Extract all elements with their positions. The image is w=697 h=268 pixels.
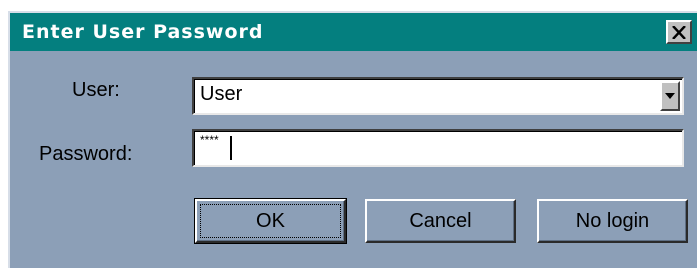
password-dialog: Enter User Password User: User Password:… xyxy=(8,11,697,268)
cancel-button-label: Cancel xyxy=(409,209,472,232)
dialog-title: Enter User Password xyxy=(22,21,264,43)
user-select[interactable]: User xyxy=(192,77,684,115)
no-login-button-label: No login xyxy=(575,209,650,232)
close-icon xyxy=(672,25,686,39)
close-button[interactable] xyxy=(666,20,692,44)
user-dropdown-button[interactable] xyxy=(660,81,680,111)
title-bar[interactable]: Enter User Password xyxy=(10,13,697,51)
focus-ring xyxy=(200,204,341,238)
chevron-down-icon xyxy=(665,93,675,99)
password-input[interactable]: **** xyxy=(192,129,684,167)
user-select-value: User xyxy=(200,83,243,105)
ok-button[interactable]: OK xyxy=(194,198,347,244)
user-label: User: xyxy=(72,79,120,101)
cancel-button[interactable]: Cancel xyxy=(365,199,516,243)
password-label: Password: xyxy=(39,143,133,165)
no-login-button[interactable]: No login xyxy=(537,199,688,243)
password-mask: **** xyxy=(200,133,219,147)
text-caret xyxy=(230,136,232,160)
